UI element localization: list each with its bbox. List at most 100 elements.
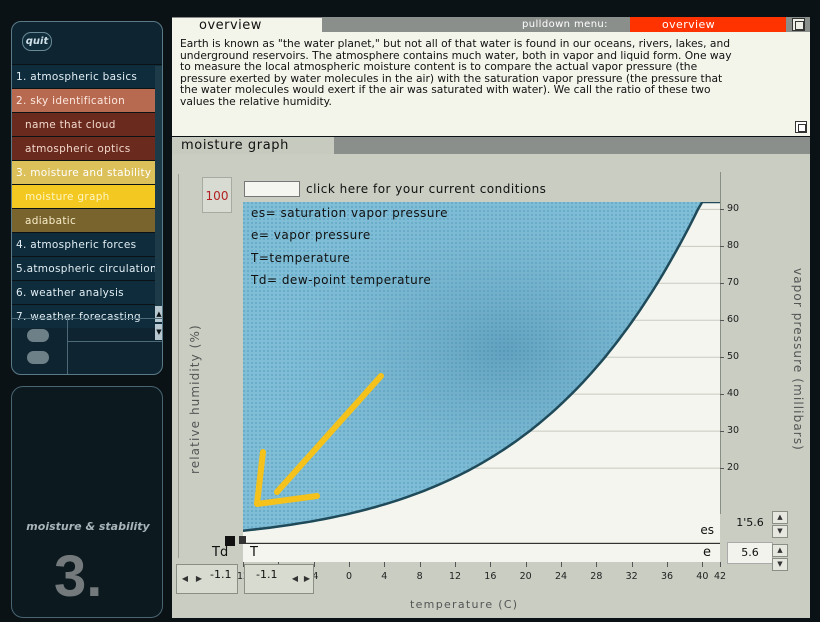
es-decrease-arrow-icon[interactable]: ▼	[772, 525, 788, 538]
nav-subitem-moisture-graph[interactable]: moisture graph	[12, 184, 162, 208]
divider	[67, 341, 162, 342]
y-tick-label: 80	[727, 240, 740, 252]
current-conditions-button[interactable]	[244, 181, 300, 197]
legend-t: T=temperature	[251, 251, 351, 265]
nav-item-sky-identification[interactable]: 2. sky identification	[12, 88, 162, 112]
tab-overview[interactable]: overview	[172, 17, 322, 33]
y-tick-mark	[720, 357, 724, 359]
divider	[67, 319, 68, 374]
y-tick-label: 50	[727, 351, 740, 363]
section-panel: moisture & stability 3.	[11, 386, 163, 618]
x-tick-label: 36	[660, 571, 674, 582]
x-tick-mark	[702, 562, 704, 567]
overview-panel: Earth is known as "the water planet," bu…	[172, 32, 810, 136]
x-tick-mark	[455, 562, 456, 567]
y-tick-mark	[720, 320, 724, 322]
x-tick-mark	[490, 562, 492, 567]
e-increase-arrow-icon[interactable]: ▲	[772, 544, 788, 557]
toggle-pill-icon[interactable]	[27, 351, 49, 364]
header-bar: pulldown menu: overview	[322, 17, 810, 32]
x-tick-mark	[631, 562, 633, 567]
y-tick-mark	[720, 468, 724, 470]
e-label: e	[703, 545, 711, 560]
relative-humidity-value: 100	[202, 177, 232, 213]
nav-item-moisture-and-stability[interactable]: 3. moisture and stability	[12, 160, 162, 184]
current-conditions-label[interactable]: click here for your current conditions	[306, 181, 546, 197]
section-title: moisture & stability	[26, 520, 150, 533]
temperature-axis-label: temperature (C)	[410, 598, 519, 611]
x-tick-mark	[419, 562, 421, 567]
nav-controls	[12, 318, 162, 374]
x-tick-label: 4	[381, 571, 388, 582]
overview-text: Earth is known as "the water planet," bu…	[180, 37, 732, 108]
e-decrease-arrow-icon[interactable]: ▼	[772, 558, 788, 571]
nav-subitem-name-that-cloud[interactable]: name that cloud	[12, 112, 162, 136]
saturation-curve-plot: es= saturation vapor pressure e= vapor p…	[243, 202, 720, 542]
x-tick-mark	[720, 562, 721, 567]
nav-list: 1. atmospheric basics 2. sky identificat…	[12, 64, 162, 328]
y-tick-label: 90	[727, 203, 740, 215]
app-window: quit 1. atmospheric basics 2. sky identi…	[0, 0, 820, 622]
y-tick-mark	[720, 283, 724, 285]
relative-humidity-axis-label: relative humidity (%)	[188, 324, 202, 474]
y-tick-label: 40	[727, 388, 740, 400]
y-tick-label: 30	[727, 425, 740, 437]
x-tick-label: 40	[696, 571, 709, 582]
x-tick-label: 24	[554, 571, 568, 582]
x-tick-mark	[384, 562, 386, 567]
y-tick-label: 20	[727, 462, 740, 474]
dewpoint-increase-arrow-icon[interactable]: ▶	[194, 566, 204, 592]
es-curve-label: es	[700, 523, 714, 537]
x-tick-label: 42	[713, 571, 727, 582]
tab-moisture-graph[interactable]: moisture graph	[172, 137, 334, 154]
relative-humidity-strip	[178, 174, 238, 558]
nav-item-atmospheric-basics[interactable]: 1. atmospheric basics	[12, 64, 162, 88]
x-tick-label: 12	[448, 571, 462, 582]
e-value-display: 5.6	[727, 542, 773, 564]
x-tick-label: 0	[345, 571, 353, 582]
temperature-value: -1.1	[256, 568, 278, 581]
temperature-decrease-arrow-icon[interactable]: ◀	[290, 566, 300, 592]
es-increase-arrow-icon[interactable]: ▲	[772, 511, 788, 524]
x-tick-label: 16	[484, 571, 497, 582]
temperature-increase-arrow-icon[interactable]: ▶	[302, 566, 312, 592]
temperature-marker-row	[243, 543, 720, 562]
vapor-pressure-axis-label: vapor pressure (millibars)	[791, 268, 805, 451]
dewpoint-value: -1.1	[210, 568, 232, 581]
toggle-pill-icon[interactable]	[27, 329, 49, 342]
x-tick-label: 28	[590, 571, 603, 582]
temperature-marker[interactable]	[239, 536, 246, 544]
x-tick-label: 32	[625, 571, 638, 582]
pulldown-label: pulldown menu:	[522, 19, 608, 30]
legend-es: es= saturation vapor pressure	[251, 206, 449, 220]
t-label: T	[250, 545, 258, 560]
nav-subitem-adiabatic[interactable]: adiabatic	[12, 208, 162, 232]
legend-td: Td= dew-point temperature	[251, 273, 432, 287]
x-tick-mark	[349, 562, 350, 567]
nav-scrollbar[interactable]: ▲ ▼	[155, 66, 162, 340]
y-tick-mark	[720, 246, 724, 248]
expand-icon[interactable]	[795, 121, 807, 133]
legend-e: e= vapor pressure	[251, 228, 371, 242]
nav-item-atmospheric-forces[interactable]: 4. atmospheric forces	[12, 232, 162, 256]
x-tick-mark	[667, 562, 668, 567]
y-tick-mark	[720, 431, 724, 433]
nav-item-atmospheric-circulation[interactable]: 5.atmospheric circulation	[12, 256, 162, 280]
window-toggle-icon[interactable]	[792, 18, 805, 31]
y-tick-mark	[720, 394, 724, 396]
pulldown-menu[interactable]: overview	[630, 17, 786, 32]
y-tick-mark	[720, 209, 724, 211]
nav-subitem-atmospheric-optics[interactable]: atmospheric optics	[12, 136, 162, 160]
x-tick-mark	[596, 562, 598, 567]
td-label: Td	[212, 545, 229, 560]
x-tick-mark	[525, 562, 527, 567]
y-tick-label: 70	[727, 277, 740, 289]
x-tick-label: 20	[519, 571, 532, 582]
es-value-display: 1'5.6	[727, 512, 773, 534]
y-tick-label: 60	[727, 314, 740, 326]
nav-item-weather-analysis[interactable]: 6. weather analysis	[12, 280, 162, 304]
quit-button[interactable]: quit	[22, 32, 52, 51]
dewpoint-decrease-arrow-icon[interactable]: ◀	[180, 566, 190, 592]
x-tick-label: 8	[416, 571, 423, 582]
x-tick-mark	[561, 562, 562, 567]
